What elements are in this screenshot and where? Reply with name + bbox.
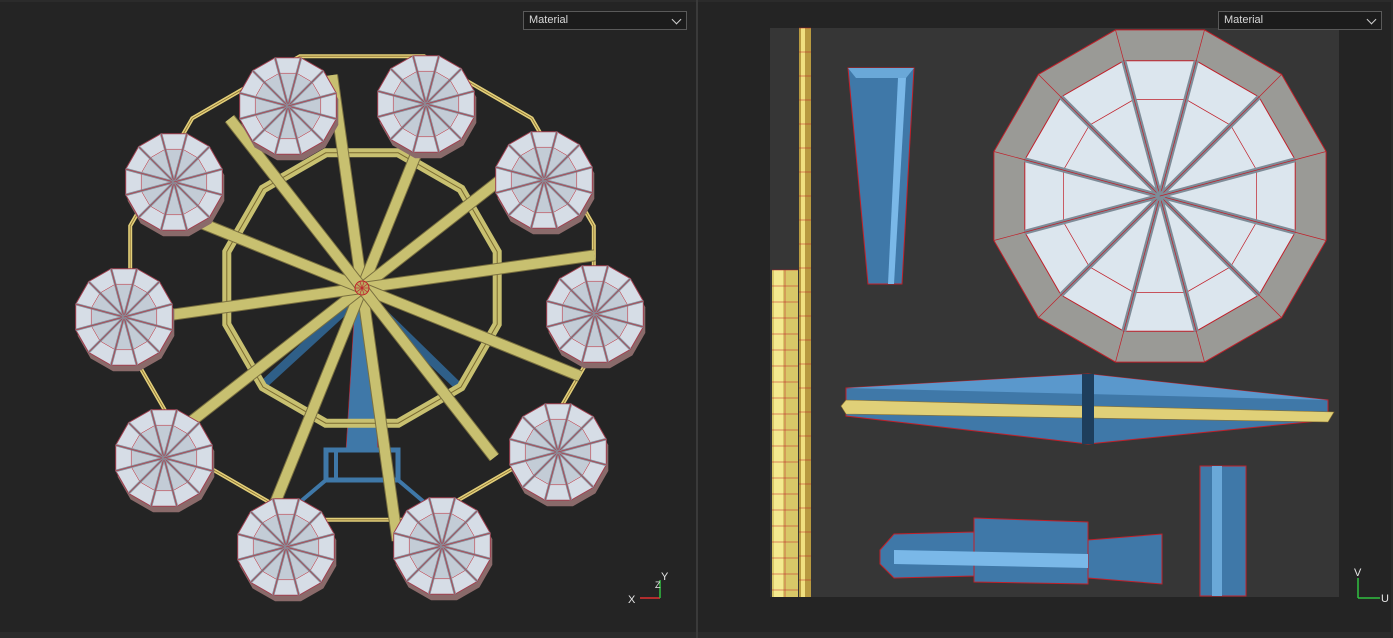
axis-x-label: X [628,594,636,606]
axis-z-label: Z [655,580,661,590]
uv-island-brace-c [1087,533,1163,585]
cabin [509,403,609,507]
uv-island-brace-b [973,517,1089,585]
uv-island-post [1199,465,1247,597]
uv-island-spoke-seam [1082,374,1094,444]
axis-u-label: U [1381,593,1389,605]
uv-island-tower-top [848,68,914,78]
ferris-wheel-model [75,54,646,602]
chevron-down-icon [671,14,682,25]
cabin [393,497,493,601]
shading-mode-value: Material [529,14,569,26]
cabin [115,409,215,513]
axis-gizmo-uv: U V [1354,567,1389,605]
cabin [546,265,646,369]
shading-mode-dropdown-left[interactable]: Material [523,11,687,30]
support-base-leg [396,478,426,504]
viewport-uv-editor[interactable]: U V Material [698,2,1391,632]
cabin [237,498,337,602]
support-base-leg [298,478,328,504]
cabin [377,55,477,159]
cabin [239,57,339,161]
axis-v-label: V [1354,567,1362,579]
uv-island-block-highlight [774,270,783,597]
uv-island-post-highlight [1212,466,1222,596]
uv-editor-canvas: U V [770,27,1389,605]
viewport-3d-canvas: X Y Z [75,54,669,606]
cabin [75,268,175,372]
shading-mode-value: Material [1224,14,1264,26]
cabin [495,131,595,235]
viewport-3d[interactable]: X Y Z Material [0,2,696,632]
uv-island-strip-highlight [801,28,805,597]
axis-y-label: Y [661,571,669,583]
cabin [125,133,225,237]
axis-gizmo-3d: X Y Z [628,571,669,606]
shading-mode-dropdown-right[interactable]: Material [1218,11,1382,30]
chevron-down-icon [1366,14,1377,25]
